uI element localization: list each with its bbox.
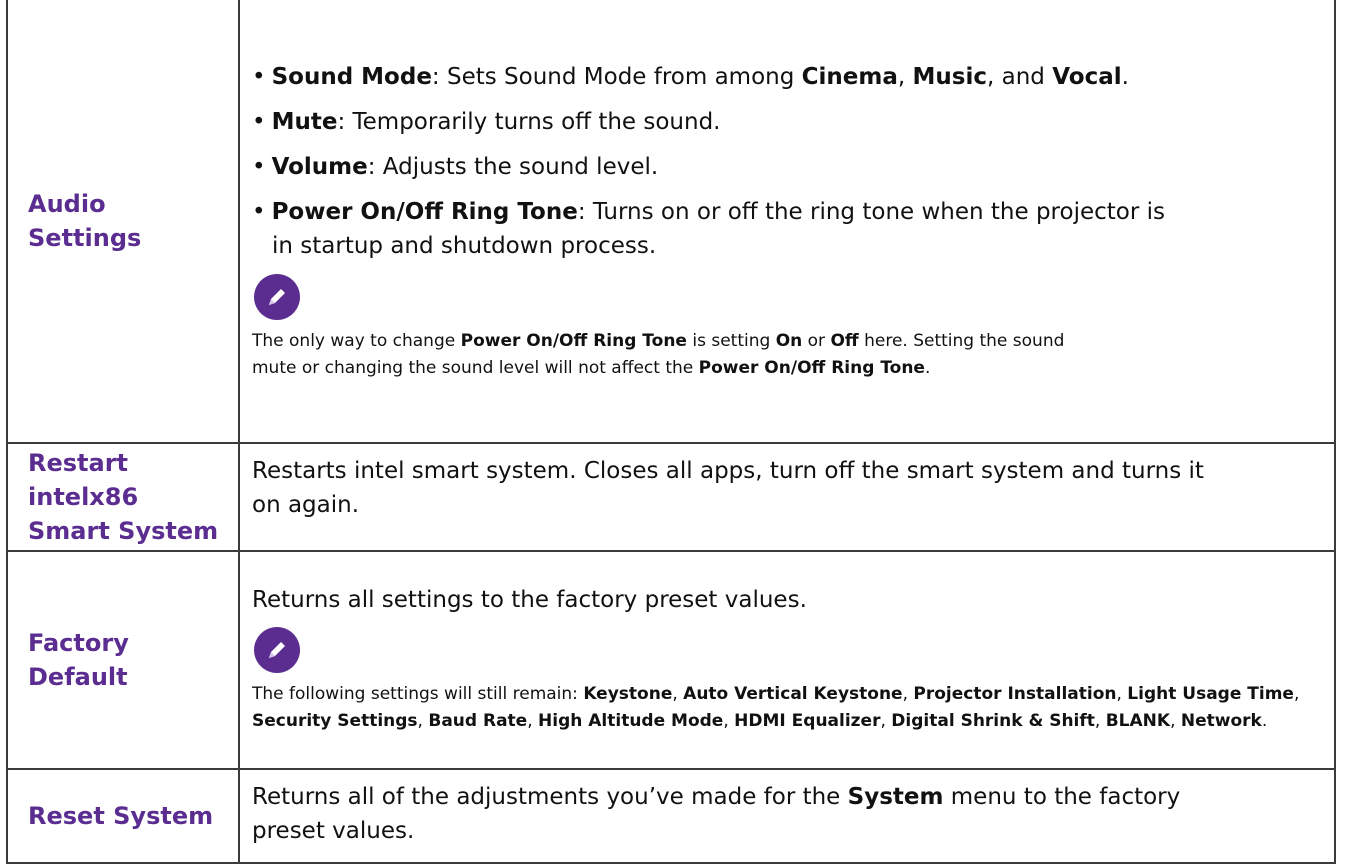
description-line: Restarts intel smart system. Closes all … <box>252 458 1204 484</box>
separator: , <box>902 684 914 704</box>
bullet-text: : Temporarily turns off the sound. <box>337 109 721 135</box>
note-fragment: The following settings will still remain… <box>252 684 584 704</box>
bullet-dot: • <box>252 154 266 180</box>
separator: , and <box>987 64 1053 90</box>
bullet-term: Mute <box>271 109 338 135</box>
bullet-option: Vocal <box>1052 64 1122 90</box>
separator: , <box>527 711 539 731</box>
note-text: The only way to change Power On/Off Ring… <box>252 328 1320 382</box>
retained-setting: Network <box>1180 711 1262 731</box>
separator: , <box>417 711 429 731</box>
table-row: Factory Default Returns all settings to … <box>6 550 1336 770</box>
description-fragment: preset values. <box>252 818 415 844</box>
bullet-option: Cinema <box>801 64 898 90</box>
row-label-cell: Restart intelx86 Smart System <box>6 442 240 552</box>
row-label-line: Smart System <box>28 517 219 545</box>
bullet-text: : Sets Sound Mode from among <box>431 64 802 90</box>
separator: , <box>1293 684 1300 704</box>
bullet-term: Sound Mode <box>271 64 432 90</box>
retained-setting: BLANK <box>1105 711 1171 731</box>
bullet-text: : Adjusts the sound level. <box>367 154 659 180</box>
row-label: Reset System <box>28 802 214 830</box>
bullet-item: • Volume: Adjusts the sound level. <box>252 150 1320 184</box>
description-line: on again. <box>252 492 360 518</box>
separator: , <box>723 711 735 731</box>
separator: , <box>1094 711 1106 731</box>
row-label: Audio Settings <box>8 187 238 255</box>
table-row: Restart intelx86 Smart System Restarts i… <box>6 442 1336 552</box>
separator: , <box>897 64 913 90</box>
bullet-term: Volume <box>271 154 368 180</box>
row-label-cell: Factory Default <box>6 550 240 770</box>
retained-setting: Auto Vertical Keystone <box>683 684 903 704</box>
row-label-line: Factory <box>28 629 129 657</box>
row-description: Returns all settings to the factory pres… <box>252 587 807 613</box>
retained-setting: Digital Shrink & Shift <box>891 711 1095 731</box>
description-term: System <box>847 784 944 810</box>
description-fragment: Returns all of the adjustments you’ve ma… <box>252 784 848 810</box>
row-label-line: Settings <box>28 224 142 252</box>
bullet-dot: • <box>252 109 266 135</box>
row-description-cell: • Sound Mode: Sets Sound Mode from among … <box>238 0 1336 444</box>
retained-setting: High Altitude Mode <box>538 711 724 731</box>
row-description: Restarts intel smart system. Closes all … <box>252 454 1320 522</box>
settings-table: Audio Settings • Sound Mode: Sets Sound M… <box>6 0 1336 864</box>
description-fragment: menu to the factory <box>943 784 1181 810</box>
row-description-cell: Returns all settings to the factory pres… <box>238 550 1336 770</box>
bullet-item: • Mute: Temporarily turns off the sound. <box>252 105 1320 139</box>
table-row: Audio Settings • Sound Mode: Sets Sound M… <box>6 0 1336 444</box>
row-label-line: Restart <box>28 449 129 477</box>
row-description-cell: Restarts intel smart system. Closes all … <box>238 442 1336 552</box>
row-label-line: Audio <box>28 190 106 218</box>
separator: , <box>1170 711 1181 731</box>
bullet-dot: • <box>252 64 266 90</box>
separator: , <box>1116 684 1128 704</box>
pencil-note-icon <box>254 274 300 320</box>
separator: . <box>1121 64 1129 90</box>
row-label-cell: Audio Settings <box>6 0 240 444</box>
note-term: Power On/Off Ring Tone <box>698 358 925 378</box>
note-term: On <box>775 331 803 351</box>
note-term: Off <box>830 331 859 351</box>
separator: . <box>1261 711 1268 731</box>
note-fragment: mute or changing the sound level will no… <box>252 358 699 378</box>
retained-setting: HDMI Equalizer <box>734 711 881 731</box>
note-fragment: The only way to change <box>252 331 461 351</box>
separator: , <box>880 711 892 731</box>
note-fragment: here. Setting the sound <box>858 331 1065 351</box>
bullet-term: Power On/Off Ring Tone <box>271 199 578 225</box>
row-description: Returns all of the adjustments you’ve ma… <box>252 780 1320 848</box>
bullet-text: : Turns on or off the ring tone when the… <box>577 199 1165 225</box>
retained-setting: Keystone <box>583 684 673 704</box>
retained-setting: Projector Installation <box>913 684 1117 704</box>
row-label-cell: Reset System <box>6 768 240 864</box>
bullet-continuation: in startup and shutdown process. <box>272 233 657 259</box>
row-description-cell: Returns all of the adjustments you’ve ma… <box>238 768 1336 864</box>
row-label: Restart intelx86 Smart System <box>8 446 238 548</box>
bullet-item: • Power On/Off Ring Tone: Turns on or off… <box>252 195 1320 263</box>
table-row: Reset System Returns all of the adjustme… <box>6 768 1336 864</box>
bullet-item: • Sound Mode: Sets Sound Mode from among … <box>252 60 1320 94</box>
bullet-dot: • <box>252 199 266 225</box>
retained-setting: Security Settings <box>252 711 418 731</box>
row-label: Factory Default <box>8 626 238 694</box>
row-label-line: intelx86 <box>28 483 139 511</box>
note-term: Power On/Off Ring Tone <box>460 331 687 351</box>
row-label-line: Default <box>28 663 128 691</box>
retained-setting: Baud Rate <box>428 711 528 731</box>
separator: , <box>672 684 684 704</box>
bullet-option: Music <box>912 64 987 90</box>
note-fragment: . <box>924 358 931 378</box>
note-fragment: or <box>802 331 831 351</box>
retained-setting: Light Usage Time <box>1127 684 1294 704</box>
note-text: The following settings will still remain… <box>252 681 1320 735</box>
note-fragment: is setting <box>686 331 776 351</box>
pencil-note-icon <box>254 627 300 673</box>
